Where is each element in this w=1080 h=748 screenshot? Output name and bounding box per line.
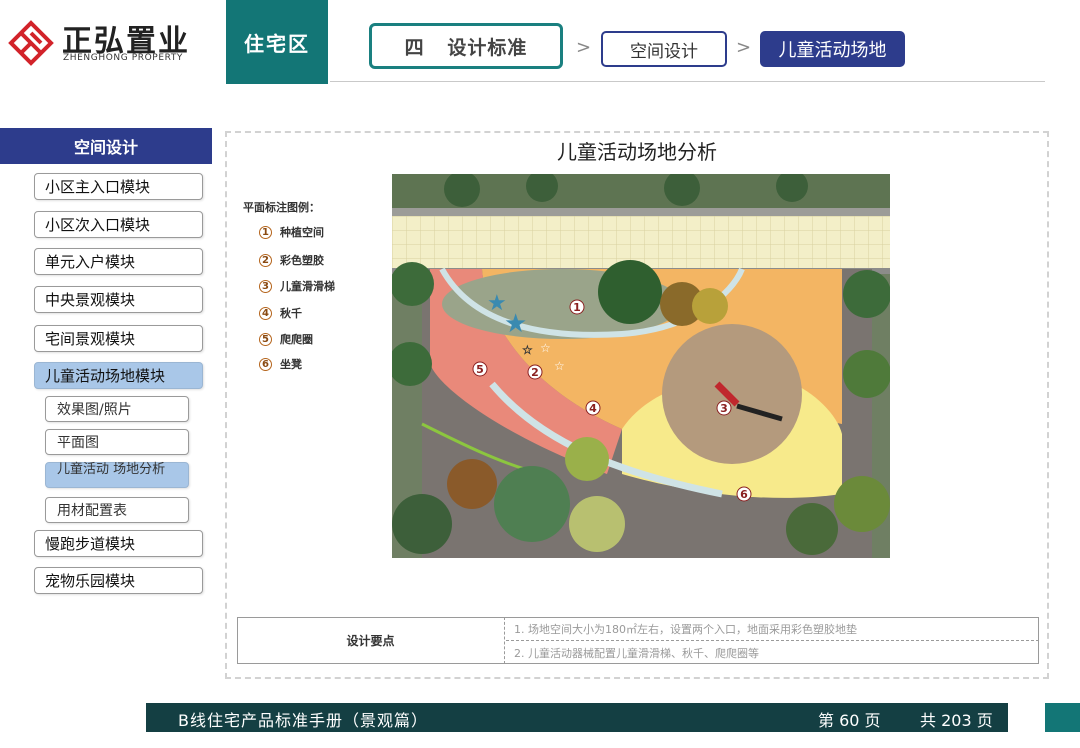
svg-text:★: ★ [504, 309, 527, 339]
design-point-row: 2. 儿童活动器械配置儿童滑滑梯、秋千、爬爬圈等 [514, 646, 759, 660]
footer-accent [1045, 703, 1080, 732]
breadcrumb-separator-icon: > [736, 37, 752, 58]
sub-item-renderings[interactable]: 效果图/照片 [45, 396, 189, 422]
zone-tab[interactable]: 住宅区 [226, 0, 328, 84]
legend-label: 种植空间 [280, 226, 324, 239]
page-number: 第 60 页 [818, 711, 881, 730]
design-points-label: 设计要点 [237, 617, 505, 664]
brand-logo-icon [8, 20, 54, 66]
legend-label: 彩色塑胶 [280, 254, 324, 267]
legend-label: 秋千 [280, 307, 302, 320]
legend-item: 5 爬爬圈 [259, 330, 313, 348]
breadcrumb-separator-icon: > [576, 37, 592, 58]
header-divider [330, 81, 1045, 82]
sidebar-item-house-landscape[interactable]: 宅间景观模块 [34, 325, 203, 352]
legend-number: 4 [259, 306, 272, 320]
sidebar-item-jogging[interactable]: 慢跑步道模块 [34, 530, 203, 557]
breadcrumb-section[interactable]: 四 设计标准 [369, 23, 563, 69]
content-title: 儿童活动场地分析 [557, 140, 717, 164]
brand-name-en: ZHENGHONG PROPERTY [63, 53, 184, 63]
svg-text:☆: ☆ [522, 343, 533, 357]
sub-item-site-analysis[interactable]: 儿童活动 场地分析 [45, 462, 189, 488]
sidebar-item-unit-entry[interactable]: 单元入户模块 [34, 248, 203, 275]
svg-text:2: 2 [531, 366, 539, 379]
legend-number: 1 [259, 225, 272, 239]
sidebar-item-children-play[interactable]: 儿童活动场地模块 [34, 362, 203, 389]
sidebar-item-secondary-entrance[interactable]: 小区次入口模块 [34, 211, 203, 238]
page-total: 共 203 页 [920, 711, 993, 730]
svg-text:3: 3 [720, 402, 728, 415]
sub-item-plan[interactable]: 平面图 [45, 429, 189, 455]
legend-number: 5 [259, 332, 272, 346]
legend-item: 3 儿童滑滑梯 [259, 277, 335, 295]
legend-item: 1 种植空间 [259, 223, 324, 241]
sub-item-materials[interactable]: 用材配置表 [45, 497, 189, 523]
sidebar-heading: 空间设计 [0, 128, 212, 164]
legend-label: 儿童滑滑梯 [280, 280, 335, 293]
breadcrumb-category[interactable]: 空间设计 [601, 31, 727, 67]
svg-text:1: 1 [573, 301, 581, 314]
breadcrumb-current[interactable]: 儿童活动场地 [760, 31, 905, 67]
svg-text:6: 6 [740, 488, 748, 501]
svg-text:☆: ☆ [540, 341, 551, 355]
legend-item: 2 彩色塑胶 [259, 251, 324, 269]
legend-item: 6 坐凳 [259, 355, 302, 373]
legend-label: 爬爬圈 [280, 333, 313, 346]
sidebar-item-pet-park[interactable]: 宠物乐园模块 [34, 567, 203, 594]
svg-text:5: 5 [476, 363, 484, 376]
svg-text:☆: ☆ [554, 359, 565, 373]
svg-text:4: 4 [589, 402, 597, 415]
legend-number: 3 [259, 279, 272, 293]
sidebar-item-central-landscape[interactable]: 中央景观模块 [34, 286, 203, 313]
footer-title: B线住宅产品标准手册（景观篇） [178, 711, 428, 730]
sidebar-item-main-entrance[interactable]: 小区主入口模块 [34, 173, 203, 200]
legend-item: 4 秋千 [259, 304, 302, 322]
legend-title: 平面标注图例： [243, 201, 320, 214]
site-plan-image: ★ ★ ☆ ☆ ☆ 1 2 3 4 5 6 [392, 174, 890, 558]
legend-number: 2 [259, 253, 272, 267]
design-point-row: 1. 场地空间大小为180㎡左右，设置两个入口，地面采用彩色塑胶地垫 [514, 622, 857, 636]
legend-label: 坐凳 [280, 358, 302, 371]
legend-number: 6 [259, 357, 272, 371]
